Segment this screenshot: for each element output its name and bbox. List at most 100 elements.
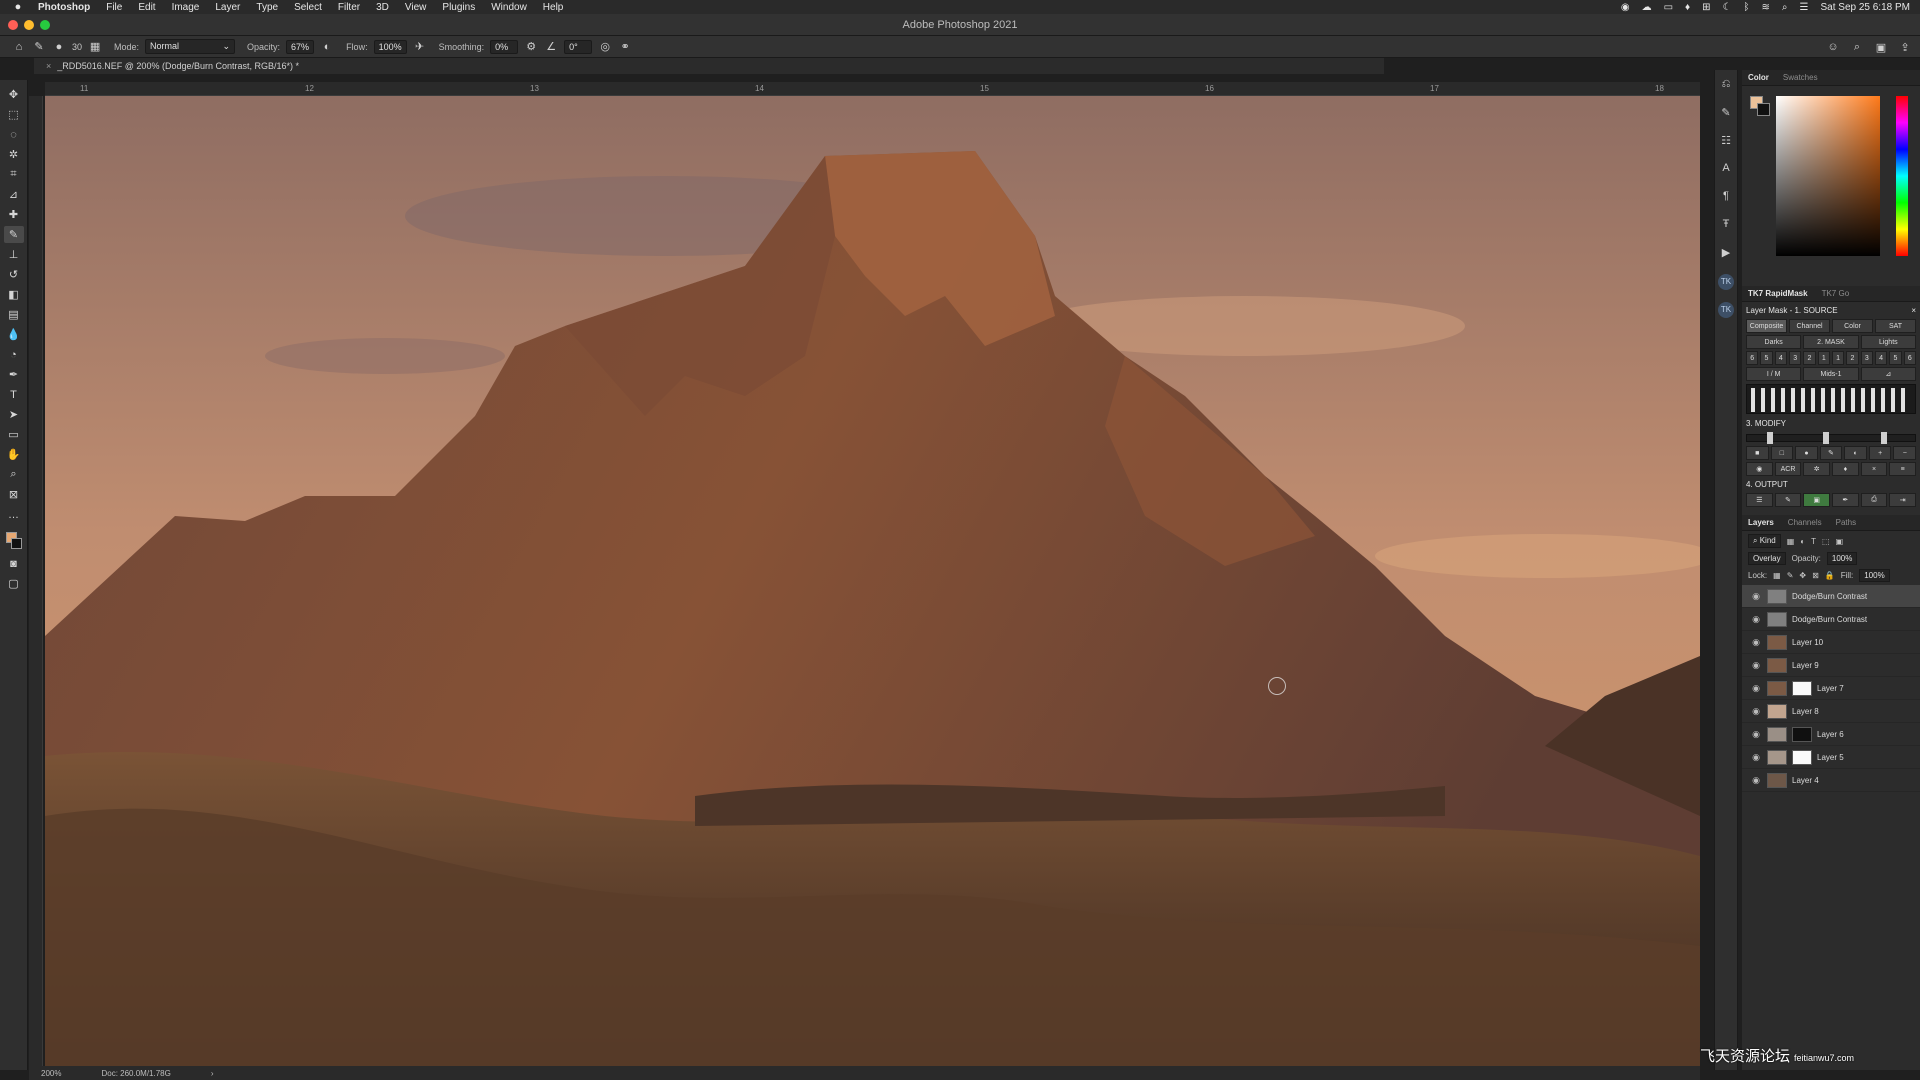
healing-brush-tool-icon[interactable]: ✚ (4, 206, 24, 223)
half-circle-icon[interactable]: ◐ (1844, 446, 1867, 460)
document-canvas[interactable] (45, 96, 1700, 1066)
tab-channels[interactable]: Channels (1788, 518, 1822, 527)
eyedropper-icon[interactable]: ⊿ (1860, 367, 1916, 381)
filter-pixel-icon[interactable]: ▦ (1787, 537, 1795, 546)
layer-name[interactable]: Dodge/Burn Contrast (1792, 592, 1867, 601)
menu-window[interactable]: Window (491, 2, 527, 13)
menu-edit[interactable]: Edit (138, 2, 155, 13)
color-button[interactable]: Color (1832, 319, 1873, 333)
menubar-clock[interactable]: Sat Sep 25 6:18 PM (1820, 2, 1910, 13)
tk7-rapidmask-icon[interactable]: TK (1718, 274, 1734, 290)
layer-name[interactable]: Layer 4 (1792, 776, 1819, 785)
status-chevron-icon[interactable]: › (211, 1069, 214, 1078)
display-icon[interactable]: ▭ (1664, 2, 1673, 13)
visibility-eye-icon[interactable]: ◉ (1750, 706, 1762, 717)
layer-mask-thumbnail[interactable] (1792, 680, 1812, 696)
mask-dark-1-button[interactable]: 1 (1817, 351, 1830, 365)
layer-mask-thumbnail[interactable] (1792, 749, 1812, 765)
minimize-window-icon[interactable] (24, 20, 34, 30)
menu-icon[interactable]: ≡ (1889, 462, 1917, 476)
layer-row[interactable]: ◉ Layer 6 (1742, 723, 1920, 746)
home-icon[interactable]: ⌂ (12, 40, 26, 54)
visibility-eye-icon[interactable]: ◉ (1750, 729, 1762, 740)
user-icon[interactable]: ☺ (1826, 40, 1840, 54)
fill-field[interactable]: 100% (1859, 569, 1890, 582)
search-icon[interactable]: ⌕ (1850, 40, 1864, 54)
gradient-tool-icon[interactable]: ▤ (4, 306, 24, 323)
filter-shape-icon[interactable]: ⬚ (1822, 537, 1830, 546)
layer-row[interactable]: ◉ Dodge/Burn Contrast (1742, 585, 1920, 608)
angle-field[interactable]: 0° (564, 39, 593, 54)
menu-help[interactable]: Help (543, 2, 564, 13)
more-tools-icon[interactable]: … (4, 506, 24, 523)
eyedropper-tool-icon[interactable]: ⊿ (4, 186, 24, 203)
tab-tk7-go[interactable]: TK7 Go (1822, 289, 1850, 298)
filter-type-icon[interactable]: T (1811, 537, 1816, 546)
moon-icon[interactable]: ☾ (1723, 2, 1732, 13)
bluetooth-icon[interactable]: ᛒ (1744, 2, 1750, 13)
document-tab[interactable]: × _RDD5016.NEF @ 200% (Dodge/Burn Contra… (34, 58, 1384, 74)
dodge-tool-icon[interactable]: ◔ (4, 346, 24, 363)
workspace-icon[interactable]: ▣ (1874, 40, 1888, 54)
black-fill-icon[interactable]: ■ (1746, 446, 1769, 460)
brush-size[interactable]: 30 (72, 42, 82, 52)
layer-mask-thumbnail[interactable] (1792, 726, 1812, 742)
background-color-swatch[interactable] (10, 538, 22, 549)
document-info[interactable]: Doc: 260.0M/1.78G (101, 1069, 170, 1078)
brush-tool-icon[interactable]: ✎ (32, 40, 46, 54)
apple-icon[interactable]: ● (10, 1, 26, 13)
menu-app[interactable]: Photoshop (38, 2, 90, 13)
menu-image[interactable]: Image (172, 2, 200, 13)
smoothing-field[interactable]: 0% (490, 39, 519, 54)
mids-button[interactable]: Mids-1 (1803, 367, 1859, 381)
mask-light-4-button[interactable]: 4 (1874, 351, 1888, 365)
menu-select[interactable]: Select (294, 2, 322, 13)
mask-light-2-button[interactable]: 2 (1846, 351, 1859, 365)
visibility-eye-icon[interactable]: ◉ (1750, 660, 1762, 671)
mask-output-icon[interactable]: ▣ (1803, 493, 1831, 507)
list-icon[interactable]: ☰ (1746, 493, 1773, 507)
menu-view[interactable]: View (405, 2, 427, 13)
blend-mode-select[interactable]: Overlay (1748, 552, 1786, 565)
frame-tool-icon[interactable]: ⊠ (4, 486, 24, 503)
layer-opacity-field[interactable]: 100% (1826, 552, 1858, 565)
mask-dark-4-button[interactable]: 4 (1774, 351, 1787, 365)
lock-position-icon[interactable]: ✥ (1799, 571, 1806, 580)
layer-row[interactable]: ◉ Dodge/Burn Contrast (1742, 608, 1920, 631)
hue-slider[interactable] (1896, 96, 1908, 256)
hand-tool-icon[interactable]: ✋ (4, 446, 24, 463)
crop-tool-icon[interactable]: ⌗ (4, 166, 24, 183)
layer-row[interactable]: ◉ Layer 5 (1742, 746, 1920, 769)
layer-name[interactable]: Layer 7 (1817, 684, 1844, 693)
close-tab-icon[interactable]: × (46, 61, 51, 71)
eraser-tool-icon[interactable]: ◧ (4, 286, 24, 303)
brush-tool-icon[interactable]: ✎ (3, 226, 24, 243)
export-icon[interactable]: ⇥ (1889, 493, 1917, 507)
menu-3d[interactable]: 3D (376, 2, 389, 13)
filter-smart-object-icon[interactable]: ▣ (1836, 537, 1844, 546)
visibility-eye-icon[interactable]: ◉ (1750, 591, 1762, 602)
flow-field[interactable]: 100% (373, 39, 407, 54)
color-swatch-pair[interactable] (1750, 96, 1772, 118)
layer-row[interactable]: ◉ Layer 4 (1742, 769, 1920, 792)
minus-icon[interactable]: − (1893, 446, 1917, 460)
acr-button[interactable]: ACR (1774, 462, 1802, 476)
modify-slider[interactable] (1746, 432, 1916, 444)
lock-paint-icon[interactable]: ✎ (1787, 571, 1794, 580)
layer-name[interactable]: Layer 10 (1792, 638, 1823, 647)
close-window-icon[interactable] (8, 20, 18, 30)
tab-paths[interactable]: Paths (1836, 518, 1856, 527)
slider-handle[interactable] (1881, 432, 1887, 444)
mode-select[interactable]: Normal ⌄ (145, 39, 236, 54)
pen-icon[interactable]: ✒ (1832, 493, 1859, 507)
tab-layers[interactable]: Layers (1748, 518, 1774, 527)
grid-icon[interactable]: ⊞ (1702, 2, 1710, 13)
share-icon[interactable]: ⇪ (1898, 40, 1912, 54)
rectangle-tool-icon[interactable]: ▭ (4, 426, 24, 443)
visibility-eye-icon[interactable]: ◉ (1750, 637, 1762, 648)
cloud-icon[interactable]: ☁ (1642, 2, 1652, 13)
eye-icon[interactable]: ◉ (1746, 462, 1773, 476)
mask-light-5-button[interactable]: 5 (1889, 351, 1902, 365)
actions-play-icon[interactable]: ▶ (1718, 246, 1734, 262)
character-icon[interactable]: A (1718, 162, 1734, 178)
